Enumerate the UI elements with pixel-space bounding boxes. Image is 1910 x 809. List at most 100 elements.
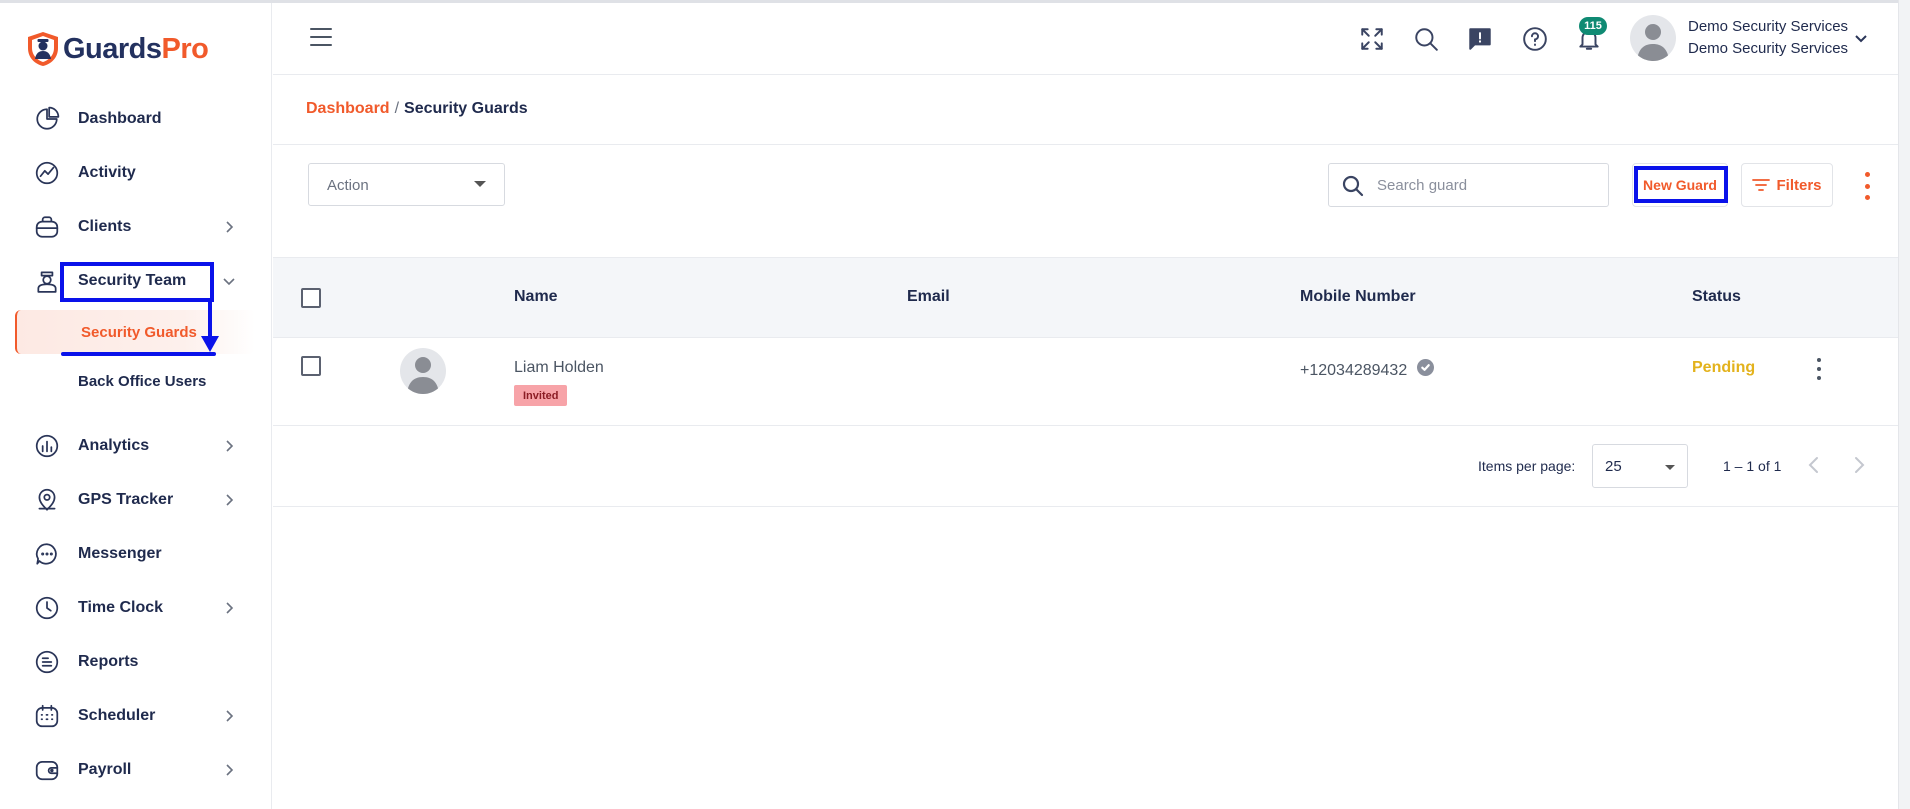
new-guard-label: New Guard [1643, 177, 1717, 193]
sidebar-item-time-clock[interactable]: Time Clock [0, 585, 272, 631]
paginator: Items per page: 25 1 – 1 of 1 [273, 426, 1898, 507]
user-company: Demo Security Services [1688, 40, 1849, 57]
dropdown-caret-icon [1665, 465, 1675, 470]
chat-icon [33, 540, 61, 568]
help-icon[interactable] [1521, 25, 1549, 53]
menu-toggle-icon[interactable] [310, 28, 332, 48]
breadcrumb-separator: / [394, 100, 400, 117]
guardspro-logo[interactable]: GuardsPro [26, 31, 209, 67]
items-per-page-value: 25 [1605, 458, 1622, 475]
sidebar-item-payroll[interactable]: Payroll [0, 747, 272, 793]
sidebar-item-clients[interactable]: Clients [0, 204, 272, 250]
sidebar-subitem-label: Back Office Users [78, 372, 207, 390]
filters-button[interactable]: Filters [1741, 163, 1833, 207]
pie-chart-icon [33, 105, 61, 133]
location-icon [33, 486, 61, 514]
sidebar-item-label: Reports [78, 653, 139, 670]
top-bar: 115 Demo Security Services Demo Security… [273, 3, 1898, 75]
sidebar-item-label: Time Clock [78, 599, 164, 616]
annotation-arrow-head-icon [201, 336, 219, 352]
sidebar: GuardsPro Dashboard Activity Clients Sec… [0, 3, 272, 809]
sidebar-item-label: Analytics [78, 437, 150, 454]
feedback-icon[interactable] [1466, 25, 1494, 53]
invited-badge: Invited [514, 385, 568, 406]
user-name: Demo Security Services [1688, 18, 1849, 35]
next-page-icon[interactable] [1848, 454, 1870, 476]
sidebar-item-analytics[interactable]: Analytics [0, 423, 272, 469]
sidebar-item-label: GPS Tracker [78, 491, 174, 508]
sidebar-item-security-team[interactable]: Security Team [0, 258, 272, 304]
filters-label: Filters [1776, 176, 1822, 194]
chevron-right-icon [222, 601, 236, 615]
status-badge: Pending [1692, 359, 1756, 376]
guard-name[interactable]: Liam Holden [514, 359, 604, 377]
search-icon [1341, 174, 1365, 198]
search-guard-input[interactable] [1377, 172, 1597, 198]
items-per-page-label: Items per page: [1478, 458, 1576, 474]
search-icon[interactable] [1412, 25, 1440, 53]
table-header: Name Email Mobile Number Status [273, 257, 1898, 338]
sidebar-subitem-label: Security Guards [81, 323, 197, 341]
column-header-mobile[interactable]: Mobile Number [1300, 288, 1416, 306]
sidebar-item-activity[interactable]: Activity [0, 150, 272, 196]
filter-icon [1752, 178, 1771, 192]
guard-avatar [400, 348, 446, 394]
sidebar-item-gps-tracker[interactable]: GPS Tracker [0, 477, 272, 523]
sidebar-item-scheduler[interactable]: Scheduler [0, 693, 272, 739]
sidebar-item-label: Security Team [78, 272, 187, 289]
sidebar-item-dashboard[interactable]: Dashboard [0, 96, 272, 142]
user-avatar[interactable] [1630, 15, 1676, 61]
more-options-icon[interactable] [1862, 172, 1872, 200]
column-header-name[interactable]: Name [514, 288, 558, 306]
sidebar-item-label: Messenger [78, 545, 162, 562]
calendar-icon [33, 702, 61, 730]
dropdown-caret-icon [474, 181, 486, 187]
chevron-right-icon [222, 763, 236, 777]
page-range-label: 1 – 1 of 1 [1723, 458, 1782, 474]
chevron-right-icon [222, 220, 236, 234]
breadcrumb-dashboard-link[interactable]: Dashboard [306, 100, 390, 117]
sidebar-item-label: Dashboard [78, 110, 162, 127]
column-header-status[interactable]: Status [1692, 288, 1741, 306]
new-guard-button[interactable]: New Guard [1632, 163, 1728, 207]
row-checkbox[interactable] [301, 356, 321, 376]
guard-mobile: +12034289432 [1300, 362, 1408, 379]
activity-icon [33, 159, 61, 187]
chevron-down-icon[interactable] [1853, 30, 1869, 46]
verified-check-icon [1417, 359, 1434, 376]
action-select[interactable]: Action [308, 163, 505, 206]
guard-icon [33, 267, 61, 295]
shield-logo-icon [28, 32, 58, 66]
chevron-right-icon [222, 439, 236, 453]
search-guard-box[interactable] [1328, 163, 1609, 207]
wallet-icon [33, 756, 61, 784]
notification-count-badge: 115 [1579, 17, 1607, 35]
sidebar-item-label: Payroll [78, 761, 132, 778]
breadcrumb-current: Security Guards [404, 100, 528, 117]
table-row[interactable]: Liam Holden Invited +12034289432 Pending [273, 338, 1898, 426]
items-per-page-select[interactable]: 25 [1592, 444, 1688, 488]
sidebar-subitem-security-guards[interactable]: Security Guards [15, 310, 255, 354]
sidebar-item-label: Activity [78, 164, 136, 181]
fullscreen-icon[interactable] [1358, 25, 1386, 53]
sidebar-item-label: Scheduler [78, 707, 156, 724]
brand-name: GuardsPro [63, 32, 209, 65]
chevron-down-icon [222, 274, 236, 288]
user-info[interactable]: Demo Security Services Demo Security Ser… [1688, 16, 1848, 60]
sidebar-item-reports[interactable]: Reports [0, 639, 272, 685]
chevron-right-icon [222, 709, 236, 723]
divider [273, 144, 1898, 145]
clock-icon [33, 594, 61, 622]
analytics-icon [33, 432, 61, 460]
sidebar-subitem-back-office-users[interactable]: Back Office Users [0, 359, 272, 403]
briefcase-icon [33, 213, 61, 241]
row-more-options-icon[interactable] [1814, 358, 1824, 380]
select-all-checkbox[interactable] [301, 288, 321, 308]
action-select-value: Action [327, 177, 369, 194]
sidebar-item-label: Clients [78, 218, 132, 235]
breadcrumb: Dashboard / Security Guards [306, 100, 528, 118]
window-scrollbar-track[interactable] [1898, 0, 1910, 809]
sidebar-item-messenger[interactable]: Messenger [0, 531, 272, 577]
previous-page-icon[interactable] [1803, 454, 1825, 476]
column-header-email[interactable]: Email [907, 288, 950, 306]
